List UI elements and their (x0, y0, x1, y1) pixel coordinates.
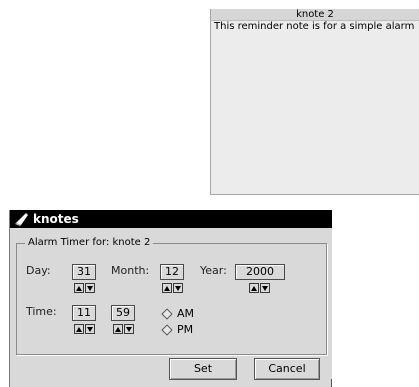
day-down-arrow-icon[interactable] (85, 283, 95, 293)
pm-radio[interactable]: PM (161, 324, 193, 336)
knotes-pen-icon[interactable] (14, 211, 30, 227)
month-spinner[interactable] (162, 283, 183, 293)
day-spinner[interactable] (74, 283, 95, 293)
year-label: Year: (200, 264, 227, 277)
month-up-arrow-icon[interactable] (162, 283, 172, 293)
hour-up-arrow-icon[interactable] (74, 324, 84, 334)
alarm-timer-group: Alarm Timer for: knote 2 Day: 31 Month: … (16, 236, 327, 355)
month-label: Month: (111, 264, 150, 277)
year-down-arrow-icon[interactable] (260, 283, 270, 293)
cancel-button[interactable]: Cancel (254, 358, 320, 380)
am-radio[interactable]: AM (161, 308, 194, 320)
month-down-arrow-icon[interactable] (173, 283, 183, 293)
am-radio-diamond-icon[interactable] (161, 308, 173, 320)
resize-grip[interactable] (325, 379, 332, 387)
hour-down-arrow-icon[interactable] (85, 324, 95, 334)
minute-spinner[interactable] (113, 324, 134, 334)
group-title: Alarm Timer for: knote 2 (25, 236, 154, 250)
note-title[interactable]: knote 2 (211, 9, 419, 21)
note-body-text[interactable]: This reminder note is for a simple alarm (211, 21, 419, 33)
minute-up-arrow-icon[interactable] (113, 324, 123, 334)
pm-label: PM (177, 323, 194, 336)
pm-radio-diamond-icon[interactable] (161, 324, 173, 336)
note-window[interactable]: knote 2 This reminder note is for a simp… (210, 9, 419, 195)
year-field[interactable]: 2000 (235, 264, 285, 280)
dialog-title: knotes (33, 212, 79, 226)
time-label: Time: (26, 305, 57, 318)
hour-spinner[interactable] (74, 324, 95, 334)
day-field[interactable]: 31 (72, 264, 96, 280)
set-button[interactable]: Set (169, 358, 237, 380)
day-up-arrow-icon[interactable] (74, 283, 84, 293)
am-label: AM (177, 307, 195, 320)
dialog-titlebar[interactable]: knotes (10, 210, 332, 228)
day-label: Day: (26, 264, 51, 277)
year-up-arrow-icon[interactable] (249, 283, 259, 293)
month-field[interactable]: 12 (160, 264, 184, 280)
year-spinner[interactable] (249, 283, 270, 293)
hour-field[interactable]: 11 (72, 305, 96, 321)
minute-down-arrow-icon[interactable] (124, 324, 134, 334)
alarm-dialog: knotes Alarm Timer for: knote 2 Day: 31 … (9, 210, 332, 387)
minute-field[interactable]: 59 (111, 305, 135, 321)
